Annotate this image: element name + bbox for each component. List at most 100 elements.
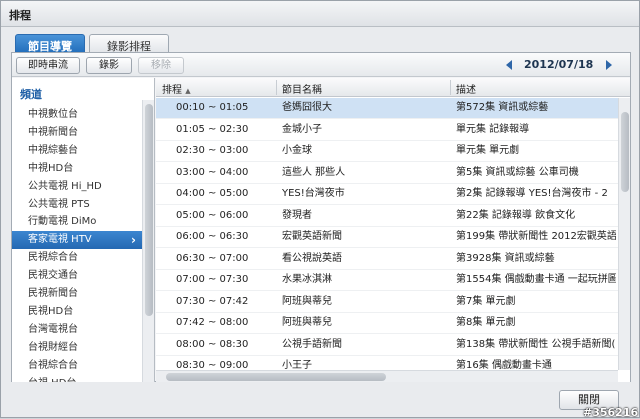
channel-item-label: 中視綜藝台 <box>28 144 78 156</box>
table-row[interactable]: 02:30 ~ 03:00 小金球 單元集 單元劇 <box>156 141 618 162</box>
cell-description: 第5集 資訊或綜藝 公車司機 <box>456 166 579 178</box>
grid-vscroll-thumb[interactable] <box>621 112 629 192</box>
channel-scroll-thumb[interactable] <box>145 104 153 316</box>
column-separator[interactable] <box>276 80 277 95</box>
chevron-right-icon: › <box>131 233 136 248</box>
cell-description: 第199集 帶狀新聞性 2012宏觀英語新 <box>456 231 616 242</box>
sort-ascending-icon: ▲ <box>185 87 191 95</box>
channel-item[interactable]: 公共電視 PTS <box>12 196 142 214</box>
cell-program-name: 公視手語新聞 <box>282 338 342 350</box>
cell-description: 第8集 單元劇 <box>456 317 516 328</box>
watermark: #356216 <box>583 406 639 419</box>
channel-item-label: 行動電視 DiMo <box>28 216 97 228</box>
tab-recording-schedule[interactable]: 錄影排程 <box>89 34 169 53</box>
grid-horizontal-scrollbar[interactable] <box>156 370 618 382</box>
channel-item-label: 民視新聞台 <box>28 288 78 299</box>
table-row[interactable]: 08:00 ~ 08:30 公視手語新聞 第138集 帶狀新聞性 公視手語新聞(2 <box>156 335 618 356</box>
table-row[interactable]: 06:30 ~ 07:00 看公視說英語 第3928集 資訊或綜藝 <box>156 249 618 270</box>
column-separator[interactable] <box>450 80 451 95</box>
column-header-program-name[interactable]: 節目名稱 <box>282 81 322 96</box>
table-row[interactable]: 07:30 ~ 07:42 阿班與蒂兒 第7集 單元劇 <box>156 292 618 313</box>
cell-time: 07:00 ~ 07:30 <box>176 274 249 285</box>
channel-item-label: 公共電視 PTS <box>28 198 90 210</box>
channel-item-label: 中視數位台 <box>28 109 78 120</box>
cell-time: 01:05 ~ 02:30 <box>176 123 249 135</box>
channel-item[interactable]: 民視綜合台 <box>12 249 142 267</box>
cell-time: 06:30 ~ 07:00 <box>176 252 249 264</box>
cell-time: 04:00 ~ 05:00 <box>176 188 249 199</box>
table-row[interactable]: 07:00 ~ 07:30 水果冰淇淋 第1554集 偶戲動畫卡通 一起玩拼圖 <box>156 270 618 291</box>
channel-item[interactable]: 民視交通台 <box>12 267 142 285</box>
window-title: 排程 <box>9 9 31 22</box>
cell-program-name: 宏觀英語新聞 <box>282 231 342 242</box>
column-header-schedule[interactable]: 排程 ▲ <box>162 81 191 96</box>
channel-item[interactable]: 客家電視 HTV › <box>12 231 142 250</box>
next-date-arrow-icon[interactable] <box>606 60 612 70</box>
cell-description: 單元集 記錄報導 <box>456 123 530 135</box>
channel-item[interactable]: 公共電視 Hi_HD <box>12 178 142 196</box>
channel-item[interactable]: 台視綜合台 <box>12 357 142 375</box>
cell-program-name: 爸媽囧很大 <box>282 102 332 113</box>
cell-program-name: YES!台灣夜市 <box>282 188 345 199</box>
channel-item[interactable]: 中視數位台 <box>12 106 142 124</box>
table-row[interactable]: 06:00 ~ 06:30 宏觀英語新聞 第199集 帶狀新聞性 2012宏觀英語新 <box>156 227 618 248</box>
cell-description: 第22集 記錄報導 飲食文化 <box>456 209 576 221</box>
cell-program-name: 水果冰淇淋 <box>282 274 332 285</box>
cell-program-name: 這些人 那些人 <box>282 166 346 178</box>
channel-item-label: 民視綜合台 <box>28 252 78 264</box>
table-row[interactable]: 04:00 ~ 05:00 YES!台灣夜市 第2集 記錄報導 YES!台灣夜市 -… <box>156 184 618 205</box>
channel-item-label: 中視新聞台 <box>28 126 78 138</box>
channel-item[interactable]: 中視綜藝台 <box>12 142 142 160</box>
schedule-window: 排程 節目導覽 錄影排程 即時串流 錄影 移除 2012/07/18 頻道 中視… <box>0 0 640 419</box>
channel-scrollbar[interactable] <box>142 100 154 382</box>
cell-description: 第1554集 偶戲動畫卡通 一起玩拼圖 <box>456 274 616 285</box>
program-grid: 排程 ▲ 節目名稱 描述 00:10 ~ 01:05 爸媽囧很大 第572集 資訊或… <box>156 78 630 382</box>
cell-program-name: 小金球 <box>282 145 312 156</box>
cell-program-name: 發現者 <box>282 209 312 221</box>
live-stream-button[interactable]: 即時串流 <box>16 57 80 74</box>
grid-header: 排程 ▲ 節目名稱 描述 <box>156 78 630 97</box>
title-bar: 排程 <box>1 1 639 27</box>
channel-item[interactable]: 台灣電視台 <box>12 321 142 339</box>
channel-item[interactable]: 中視HD台 <box>12 160 142 178</box>
channel-item[interactable]: 民視HD台 <box>12 303 142 321</box>
table-row[interactable]: 00:10 ~ 01:05 爸媽囧很大 第572集 資訊或綜藝 <box>156 98 618 119</box>
grid-hscroll-thumb[interactable] <box>166 373 386 381</box>
cell-time: 02:30 ~ 03:00 <box>176 145 249 156</box>
table-row[interactable]: 05:00 ~ 06:00 發現者 第22集 記錄報導 飲食文化 <box>156 206 618 227</box>
table-row[interactable]: 03:00 ~ 04:00 這些人 那些人 第5集 資訊或綜藝 公車司機 <box>156 163 618 184</box>
cell-description: 第7集 單元劇 <box>456 295 516 307</box>
cell-time: 06:00 ~ 06:30 <box>176 231 249 242</box>
channel-header: 頻道 <box>20 88 42 101</box>
channel-item[interactable]: 民視新聞台 <box>12 285 142 303</box>
channel-item[interactable]: 台視 HD台 <box>12 375 142 383</box>
channel-item[interactable]: 台視財經台 <box>12 339 142 357</box>
cell-description: 第138集 帶狀新聞性 公視手語新聞(2 <box>456 338 616 350</box>
table-row[interactable]: 07:42 ~ 08:00 阿班與蒂兒 第8集 單元劇 <box>156 313 618 334</box>
cell-time: 07:30 ~ 07:42 <box>176 295 249 307</box>
remove-button: 移除 <box>138 57 184 74</box>
cell-description: 第2集 記錄報導 YES!台灣夜市 - 2 <box>456 188 608 199</box>
record-button[interactable]: 錄影 <box>86 57 132 74</box>
channel-sidebar: 頻道 中視數位台中視新聞台中視綜藝台中視HD台公共電視 Hi_HD 公共電視 PT… <box>12 78 155 382</box>
channel-item-label: 台視 HD台 <box>28 378 76 383</box>
tab-program-guide[interactable]: 節目導覽 <box>15 34 85 53</box>
column-header-description[interactable]: 描述 <box>456 81 476 96</box>
channel-item-label: 民視交通台 <box>28 270 78 282</box>
table-row[interactable]: 01:05 ~ 02:30 金城小子 單元集 記錄報導 <box>156 120 618 141</box>
channel-item-label: 民視HD台 <box>28 305 74 317</box>
channel-item[interactable]: 中視新聞台 <box>12 124 142 142</box>
cell-time: 05:00 ~ 06:00 <box>176 209 249 221</box>
cell-program-name: 看公視說英語 <box>282 252 342 264</box>
channel-item-label: 中視HD台 <box>28 162 74 174</box>
cell-description: 第572集 資訊或綜藝 <box>456 102 549 113</box>
channel-item-label: 台視財經台 <box>28 341 78 353</box>
program-guide-panel: 即時串流 錄影 移除 2012/07/18 頻道 中視數位台中視新聞台中視綜藝台… <box>11 52 631 382</box>
cell-time: 00:10 ~ 01:05 <box>176 102 249 113</box>
cell-program-name: 阿班與蒂兒 <box>282 317 332 328</box>
prev-date-arrow-icon[interactable] <box>506 60 512 70</box>
grid-vertical-scrollbar[interactable] <box>618 98 630 370</box>
channel-item-label: 台灣電視台 <box>28 323 78 335</box>
current-date: 2012/07/18 <box>524 58 594 71</box>
channel-item[interactable]: 行動電視 DiMo <box>12 213 142 231</box>
